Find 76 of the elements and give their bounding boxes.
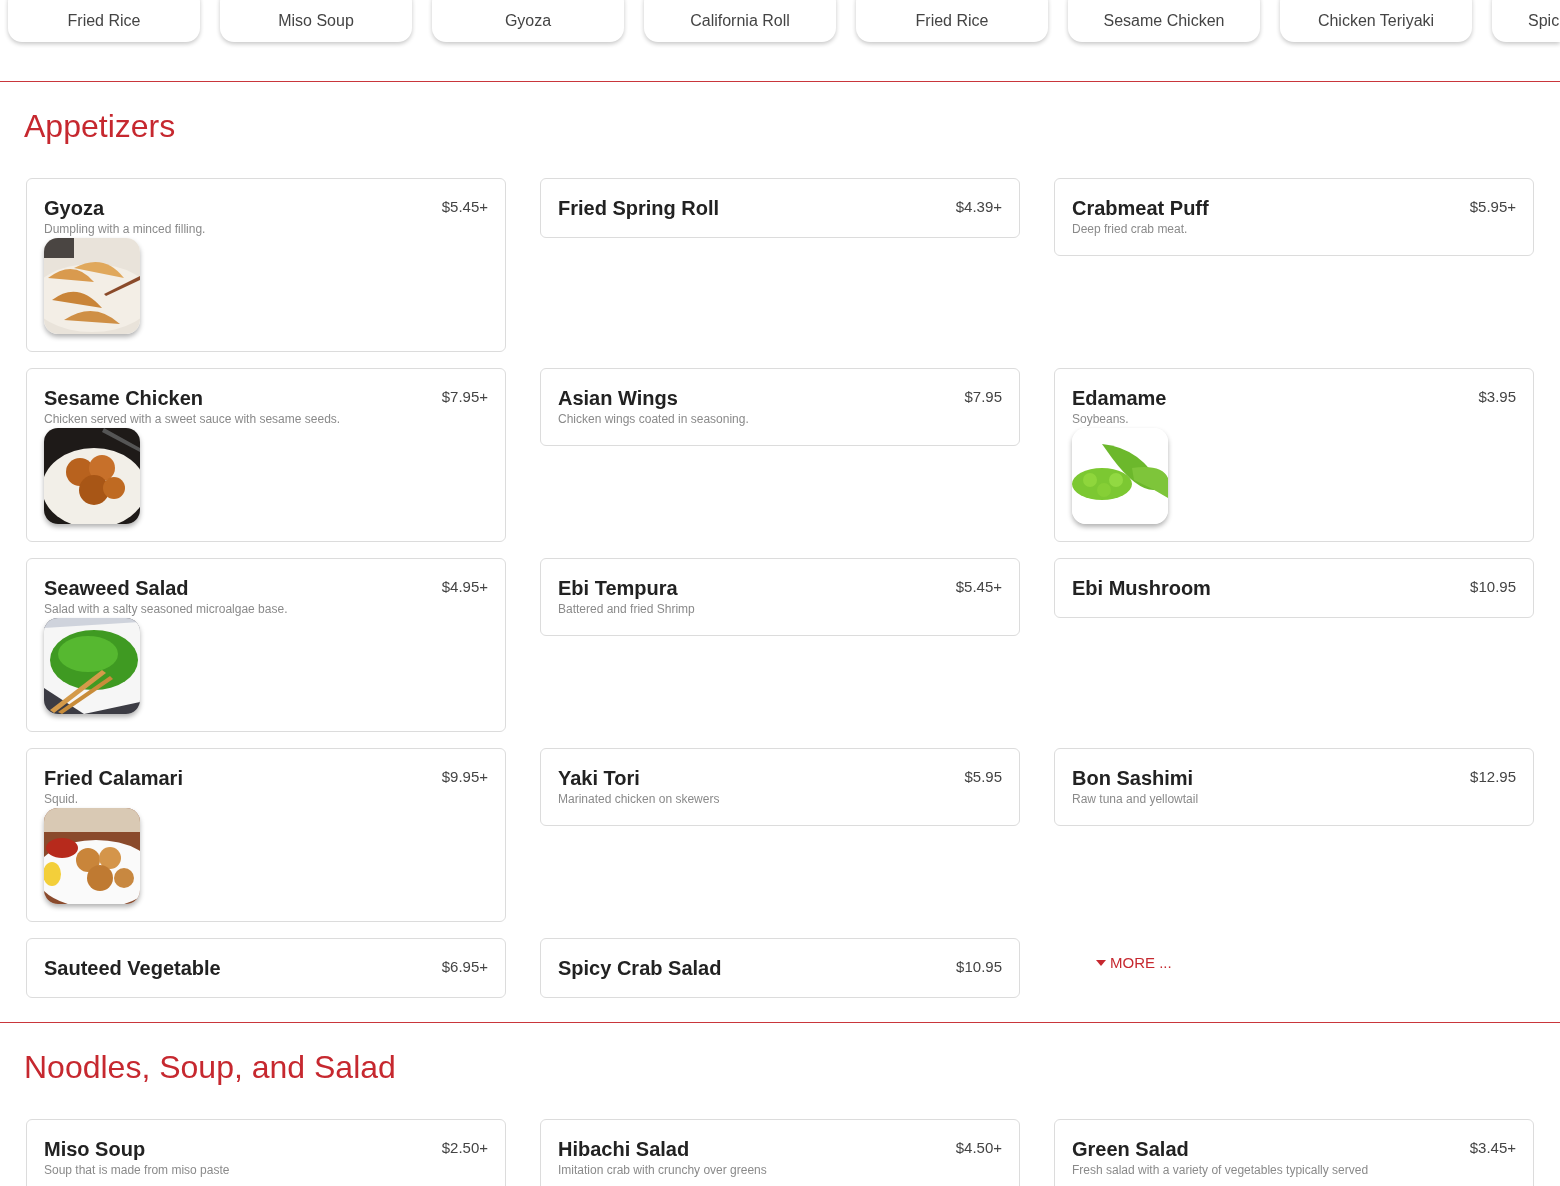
item-price: $12.95 [1470, 768, 1516, 785]
item-description: Chicken wings coated in seasoning. [558, 411, 750, 428]
menu-item-card[interactable]: Bon Sashimi $12.95 Raw tuna and yellowtail [1054, 748, 1534, 826]
item-name: Sesame Chicken [44, 386, 203, 410]
item-name: Fried Calamari [44, 766, 183, 790]
category-chip[interactable]: Chicken Teriyaki [1280, 0, 1472, 42]
menu-item-card[interactable]: Sauteed Vegetable $6.95+ [26, 938, 506, 998]
item-name: Sauteed Vegetable [44, 956, 221, 980]
menu-item-card[interactable]: Yaki Tori $5.95 Marinated chicken on skewers [540, 748, 1020, 826]
menu-item-card[interactable]: Sesame Chicken $7.95+ Chicken served with a sweet sauce with sesame seeds. [26, 368, 506, 542]
item-description: Soybeans. [1072, 411, 1130, 428]
item-price: $6.95+ [441, 958, 488, 975]
section-title: Noodles, Soup, and Salad [24, 1048, 397, 1087]
item-price: $5.45+ [955, 578, 1002, 595]
item-price: $3.45+ [1469, 1139, 1516, 1156]
item-name: Crabmeat Puff [1072, 196, 1209, 220]
item-price: $5.45+ [441, 198, 488, 215]
item-name: Ebi Mushroom [1072, 576, 1211, 600]
item-name: Asian Wings [558, 386, 678, 410]
menu-item-card[interactable]: Asian Wings $7.95 Chicken wings coated in seasoning. [540, 368, 1020, 446]
item-description: Dumpling with a minced filling. [44, 221, 207, 238]
item-description: Deep fried crab meat. [1072, 221, 1189, 238]
menu-item-card[interactable]: Fried Spring Roll $4.39+ [540, 178, 1020, 238]
item-price: $4.95+ [441, 578, 488, 595]
item-name: Gyoza [44, 196, 105, 220]
item-description: Raw tuna and yellowtail [1072, 791, 1200, 808]
item-name: Hibachi Salad [558, 1137, 690, 1161]
item-description: Soup that is made from miso paste [44, 1162, 231, 1179]
menu-item-card[interactable]: Fried Calamari $9.95+ Squid. [26, 748, 506, 922]
menu-item-card[interactable]: Spicy Crab Salad $10.95 [540, 938, 1020, 998]
item-price: $4.50+ [955, 1139, 1002, 1156]
item-price: $2.50+ [441, 1139, 488, 1156]
menu-item-card[interactable]: Gyoza $5.45+ Dumpling with a minced filling. [26, 178, 506, 352]
item-price: $10.95 [956, 958, 1002, 975]
menu-item-card[interactable]: Hibachi Salad $4.50+ Imitation crab with crunchy over greens [540, 1119, 1020, 1186]
menu-item-card[interactable]: Seaweed Salad $4.95+ Salad with a salty seasoned microalgae base. [26, 558, 506, 732]
item-description: Salad with a salty seasoned microalgae base. [44, 601, 289, 618]
category-chip[interactable]: Fried Rice [8, 0, 200, 42]
item-price: $10.95 [1470, 578, 1516, 595]
menu-item-card[interactable]: Crabmeat Puff $5.95+ Deep fried crab meat. [1054, 178, 1534, 256]
item-price: $5.95+ [1469, 198, 1516, 215]
item-price: $7.95+ [441, 388, 488, 405]
item-price: $7.95 [964, 388, 1002, 405]
item-description: Imitation crab with crunchy over greens [558, 1162, 768, 1179]
item-price: $4.39+ [955, 198, 1002, 215]
category-chip[interactable]: Spic [1492, 0, 1560, 42]
item-description: Fresh salad with a variety of vegetables typically served [1072, 1162, 1370, 1179]
caret-icon [1096, 959, 1106, 966]
item-description: Battered and fried Shrimp [558, 601, 696, 618]
category-chip[interactable]: California Roll [644, 0, 836, 42]
menu-item-card[interactable]: Green Salad $3.45+ Fresh salad with a variety of vegetables typically served [1054, 1119, 1534, 1186]
more-link[interactable]: MORE ... [1096, 954, 1172, 971]
item-price: $9.95+ [441, 768, 488, 785]
section-title: Appetizers [24, 107, 177, 146]
item-name: Bon Sashimi [1072, 766, 1194, 790]
menu-item-card[interactable]: Miso Soup $2.50+ Soup that is made from miso paste [26, 1119, 506, 1186]
category-chip[interactable]: Sesame Chicken [1068, 0, 1260, 42]
item-price: $3.95 [1478, 388, 1516, 405]
item-description: Squid. [44, 791, 80, 808]
item-name: Green Salad [1072, 1137, 1189, 1161]
item-description: Chicken served with a sweet sauce with sesame seeds. [44, 411, 342, 428]
menu-item-card[interactable]: Ebi Tempura $5.45+ Battered and fried Shrimp [540, 558, 1020, 636]
item-name: Fried Spring Roll [558, 196, 720, 220]
menu-item-card[interactable]: Ebi Mushroom $10.95 [1054, 558, 1534, 618]
item-name: Seaweed Salad [44, 576, 189, 600]
item-name: Yaki Tori [558, 766, 640, 790]
item-name: Spicy Crab Salad [558, 956, 722, 980]
category-chip[interactable]: Fried Rice [856, 0, 1048, 42]
menu-item-card[interactable]: Edamame $3.95 Soybeans. [1054, 368, 1534, 542]
category-chip[interactable]: Miso Soup [220, 0, 412, 42]
item-name: Edamame [1072, 386, 1167, 410]
item-name: Ebi Tempura [558, 576, 678, 600]
category-chip[interactable]: Gyoza [432, 0, 624, 42]
item-description: Marinated chicken on skewers [558, 791, 721, 808]
item-name: Miso Soup [44, 1137, 146, 1161]
item-price: $5.95 [964, 768, 1002, 785]
